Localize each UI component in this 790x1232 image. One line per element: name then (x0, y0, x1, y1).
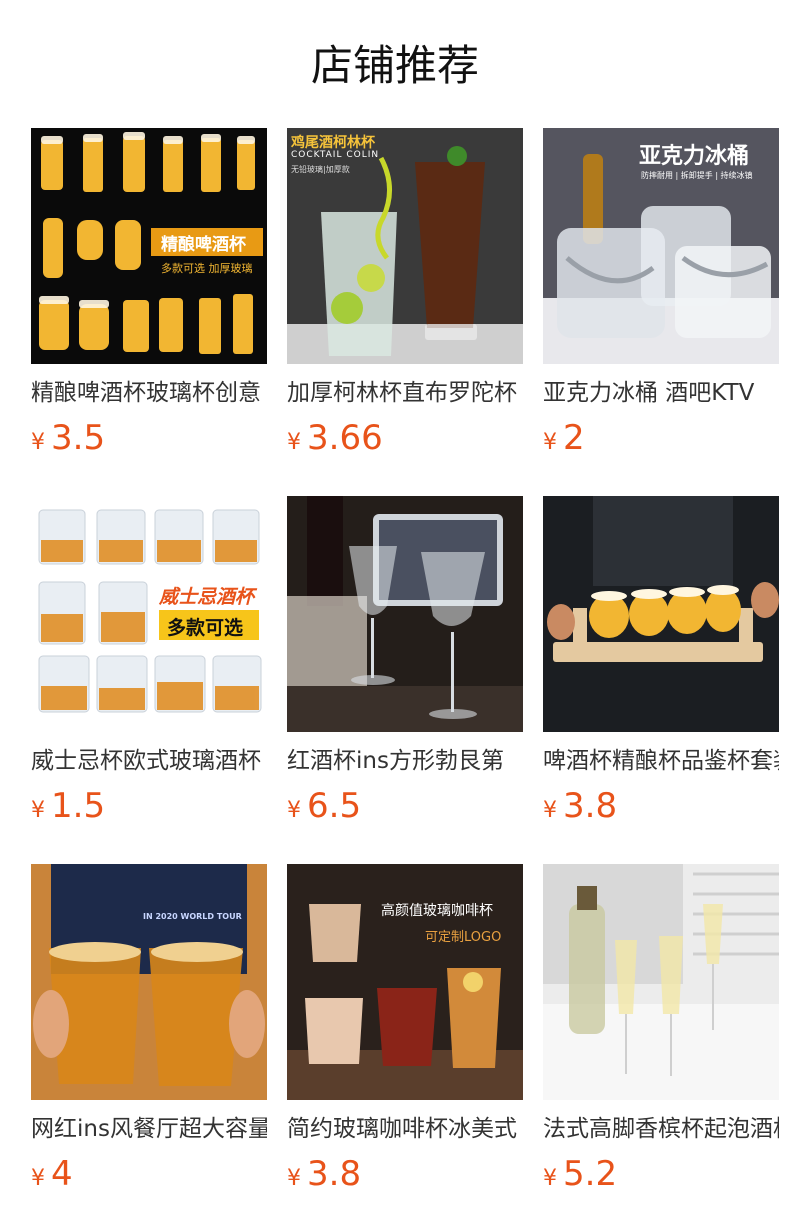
product-name[interactable]: 精酿啤酒杯玻璃杯创意 (31, 378, 267, 408)
image-sub-text: 无铅玻璃|加厚款 (291, 165, 350, 174)
product-name[interactable]: 红酒杯ins方形勃艮第 (287, 746, 523, 776)
product-name[interactable]: 啤酒杯精酿杯品鉴杯套装 (543, 746, 779, 776)
price-value: 3.8 (563, 786, 618, 826)
product-image[interactable]: 高颜值玻璃咖啡杯 可定制LOGO (287, 864, 523, 1100)
product-image[interactable]: IN 2020 WORLD TOUR (31, 864, 267, 1100)
product-card[interactable]: 红酒杯ins方形勃艮第 ¥6.5 (287, 496, 523, 832)
currency-symbol: ¥ (31, 798, 45, 823)
product-image[interactable]: 鸡尾酒柯林杯 COCKTAIL COLIN 无铅玻璃|加厚款 (287, 128, 523, 364)
image-title-text: 亚克力冰桶 (639, 144, 750, 169)
product-card[interactable]: 啤酒杯精酿杯品鉴杯套装 ¥3.8 (543, 496, 779, 832)
beer-flight-image (543, 496, 779, 732)
product-price: ¥2 (543, 418, 779, 464)
image-sub-text: 防摔耐用 | 拆卸提手 | 持续冰镇 (641, 171, 753, 180)
price-value: 3.66 (307, 418, 383, 458)
product-card[interactable]: 精酿啤酒杯 多款可选 加厚玻璃 精酿啤酒杯玻璃杯创意 ¥3.5 (31, 128, 267, 464)
currency-symbol: ¥ (287, 1166, 301, 1191)
wine-glasses-image (287, 496, 523, 732)
product-price: ¥5.2 (543, 1154, 779, 1200)
price-value: 6.5 (307, 786, 362, 826)
product-price: ¥1.5 (31, 786, 267, 832)
product-card[interactable]: 亚克力冰桶 防摔耐用 | 拆卸提手 | 持续冰镇 亚克力冰桶 酒吧KTV ¥2 (543, 128, 779, 464)
currency-symbol: ¥ (31, 430, 45, 455)
product-image[interactable]: 威士忌酒杯 多款可选 (31, 496, 267, 732)
price-value: 3.5 (51, 418, 106, 458)
product-name[interactable]: 法式高脚香槟杯起泡酒杯 (543, 1114, 779, 1144)
product-name[interactable]: 简约玻璃咖啡杯冰美式 (287, 1114, 523, 1144)
currency-symbol: ¥ (543, 430, 557, 455)
product-name[interactable]: 加厚柯林杯直布罗陀杯 (287, 378, 523, 408)
image-en-text: COCKTAIL COLIN (291, 150, 380, 160)
currency-symbol: ¥ (543, 798, 557, 823)
image-title-text: 威士忌酒杯 (159, 586, 255, 608)
product-card[interactable]: 威士忌酒杯 多款可选 威士忌杯欧式玻璃酒杯 ¥1.5 (31, 496, 267, 832)
product-image[interactable] (543, 496, 779, 732)
currency-symbol: ¥ (287, 798, 301, 823)
product-price: ¥3.5 (31, 418, 267, 464)
image-badge-text: 精酿啤酒杯 (161, 235, 246, 255)
product-image[interactable]: 精酿啤酒杯 多款可选 加厚玻璃 (31, 128, 267, 364)
currency-symbol: ¥ (31, 1166, 45, 1191)
shirt-print-text: IN 2020 WORLD TOUR (143, 912, 242, 921)
product-image[interactable]: 亚克力冰桶 防摔耐用 | 拆卸提手 | 持续冰镇 (543, 128, 779, 364)
product-name[interactable]: 网红ins风餐厅超大容量 (31, 1114, 267, 1144)
image-sub-text: 多款可选 加厚玻璃 (161, 262, 253, 275)
product-card[interactable]: 鸡尾酒柯林杯 COCKTAIL COLIN 无铅玻璃|加厚款 加厚柯林杯直布罗陀… (287, 128, 523, 464)
product-image[interactable] (287, 496, 523, 732)
price-value: 5.2 (563, 1154, 618, 1194)
product-card[interactable]: IN 2020 WORLD TOUR 网红ins风餐厅超大容量 ¥4 (31, 864, 267, 1200)
product-price: ¥3.66 (287, 418, 523, 464)
page-title: 店铺推荐 (310, 41, 479, 90)
image-title-text: 鸡尾酒柯林杯 (291, 135, 375, 151)
product-card[interactable]: 法式高脚香槟杯起泡酒杯 ¥5.2 (543, 864, 779, 1200)
price-value: 1.5 (51, 786, 106, 826)
image-sub-text: 可定制LOGO (425, 930, 502, 945)
product-name[interactable]: 亚克力冰桶 酒吧KTV (543, 378, 779, 408)
product-price: ¥3.8 (543, 786, 779, 832)
large-glasses-image (31, 864, 267, 1100)
product-card[interactable]: 高颜值玻璃咖啡杯 可定制LOGO 简约玻璃咖啡杯冰美式 ¥3.8 (287, 864, 523, 1200)
currency-symbol: ¥ (287, 430, 301, 455)
price-value: 4 (51, 1154, 73, 1194)
product-name[interactable]: 威士忌杯欧式玻璃酒杯 (31, 746, 267, 776)
price-value: 2 (563, 418, 585, 458)
currency-symbol: ¥ (543, 1166, 557, 1191)
product-image[interactable] (543, 864, 779, 1100)
price-value: 3.8 (307, 1154, 362, 1194)
product-price: ¥6.5 (287, 786, 523, 832)
product-price: ¥4 (31, 1154, 267, 1200)
image-badge-text: 多款可选 (167, 617, 244, 639)
image-title-text: 高颜值玻璃咖啡杯 (381, 903, 493, 919)
product-price: ¥3.8 (287, 1154, 523, 1200)
champagne-flutes-image (543, 864, 779, 1100)
